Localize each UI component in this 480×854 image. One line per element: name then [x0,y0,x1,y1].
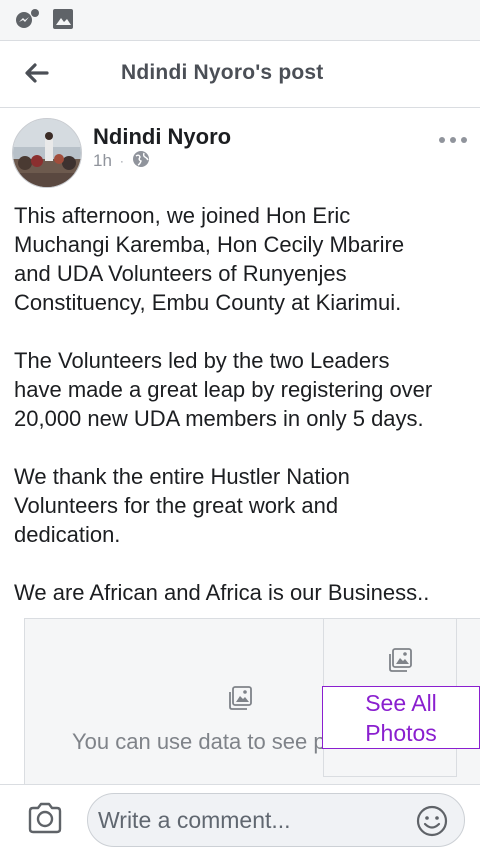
post-paragraph: We thank the entire Hustler Nation Volun… [14,464,350,547]
see-all-photos-button[interactable]: See All Photos [322,686,480,749]
see-all-label-line1: See All [365,690,437,716]
back-arrow-icon [23,62,49,89]
page-title: Ndindi Nyoro's post [121,61,324,84]
post-meta: 1h · [93,150,150,173]
image-placeholder-icon [228,685,254,716]
meta-separator: · [119,154,124,168]
more-options-icon [439,137,445,143]
post-time[interactable]: 1h [93,151,112,171]
post-paragraph: The Volunteers led by the two Leaders ha… [14,348,433,431]
image-placeholder-icon [388,647,414,678]
messenger-notification-icon [14,8,40,35]
post-paragraph: This afternoon, we joined Hon Eric Mucha… [14,203,405,315]
author-avatar[interactable] [12,118,82,188]
comment-placeholder: Write a comment... [98,807,291,833]
top-bar: Ndindi Nyoro's post [0,40,480,108]
comment-bar: Write a comment... [0,784,480,854]
back-button[interactable] [16,55,56,95]
comment-input[interactable]: Write a comment... [87,793,465,847]
post-paragraph: We are African and Africa is our Busines… [14,580,430,605]
see-all-label-line2: Photos [365,720,437,746]
more-options-dot [461,137,467,143]
globe-icon [132,150,150,173]
emoji-button[interactable] [416,805,448,837]
camera-icon [26,802,64,839]
more-options-button[interactable] [436,130,470,150]
more-options-dot [450,137,456,143]
emoji-icon [416,805,448,841]
post-body: This afternoon, we joined Hon Eric Mucha… [14,201,476,636]
author-name[interactable]: Ndindi Nyoro [93,124,231,150]
status-bar [0,0,480,40]
camera-button[interactable] [26,801,64,835]
gallery-icon [52,8,74,35]
